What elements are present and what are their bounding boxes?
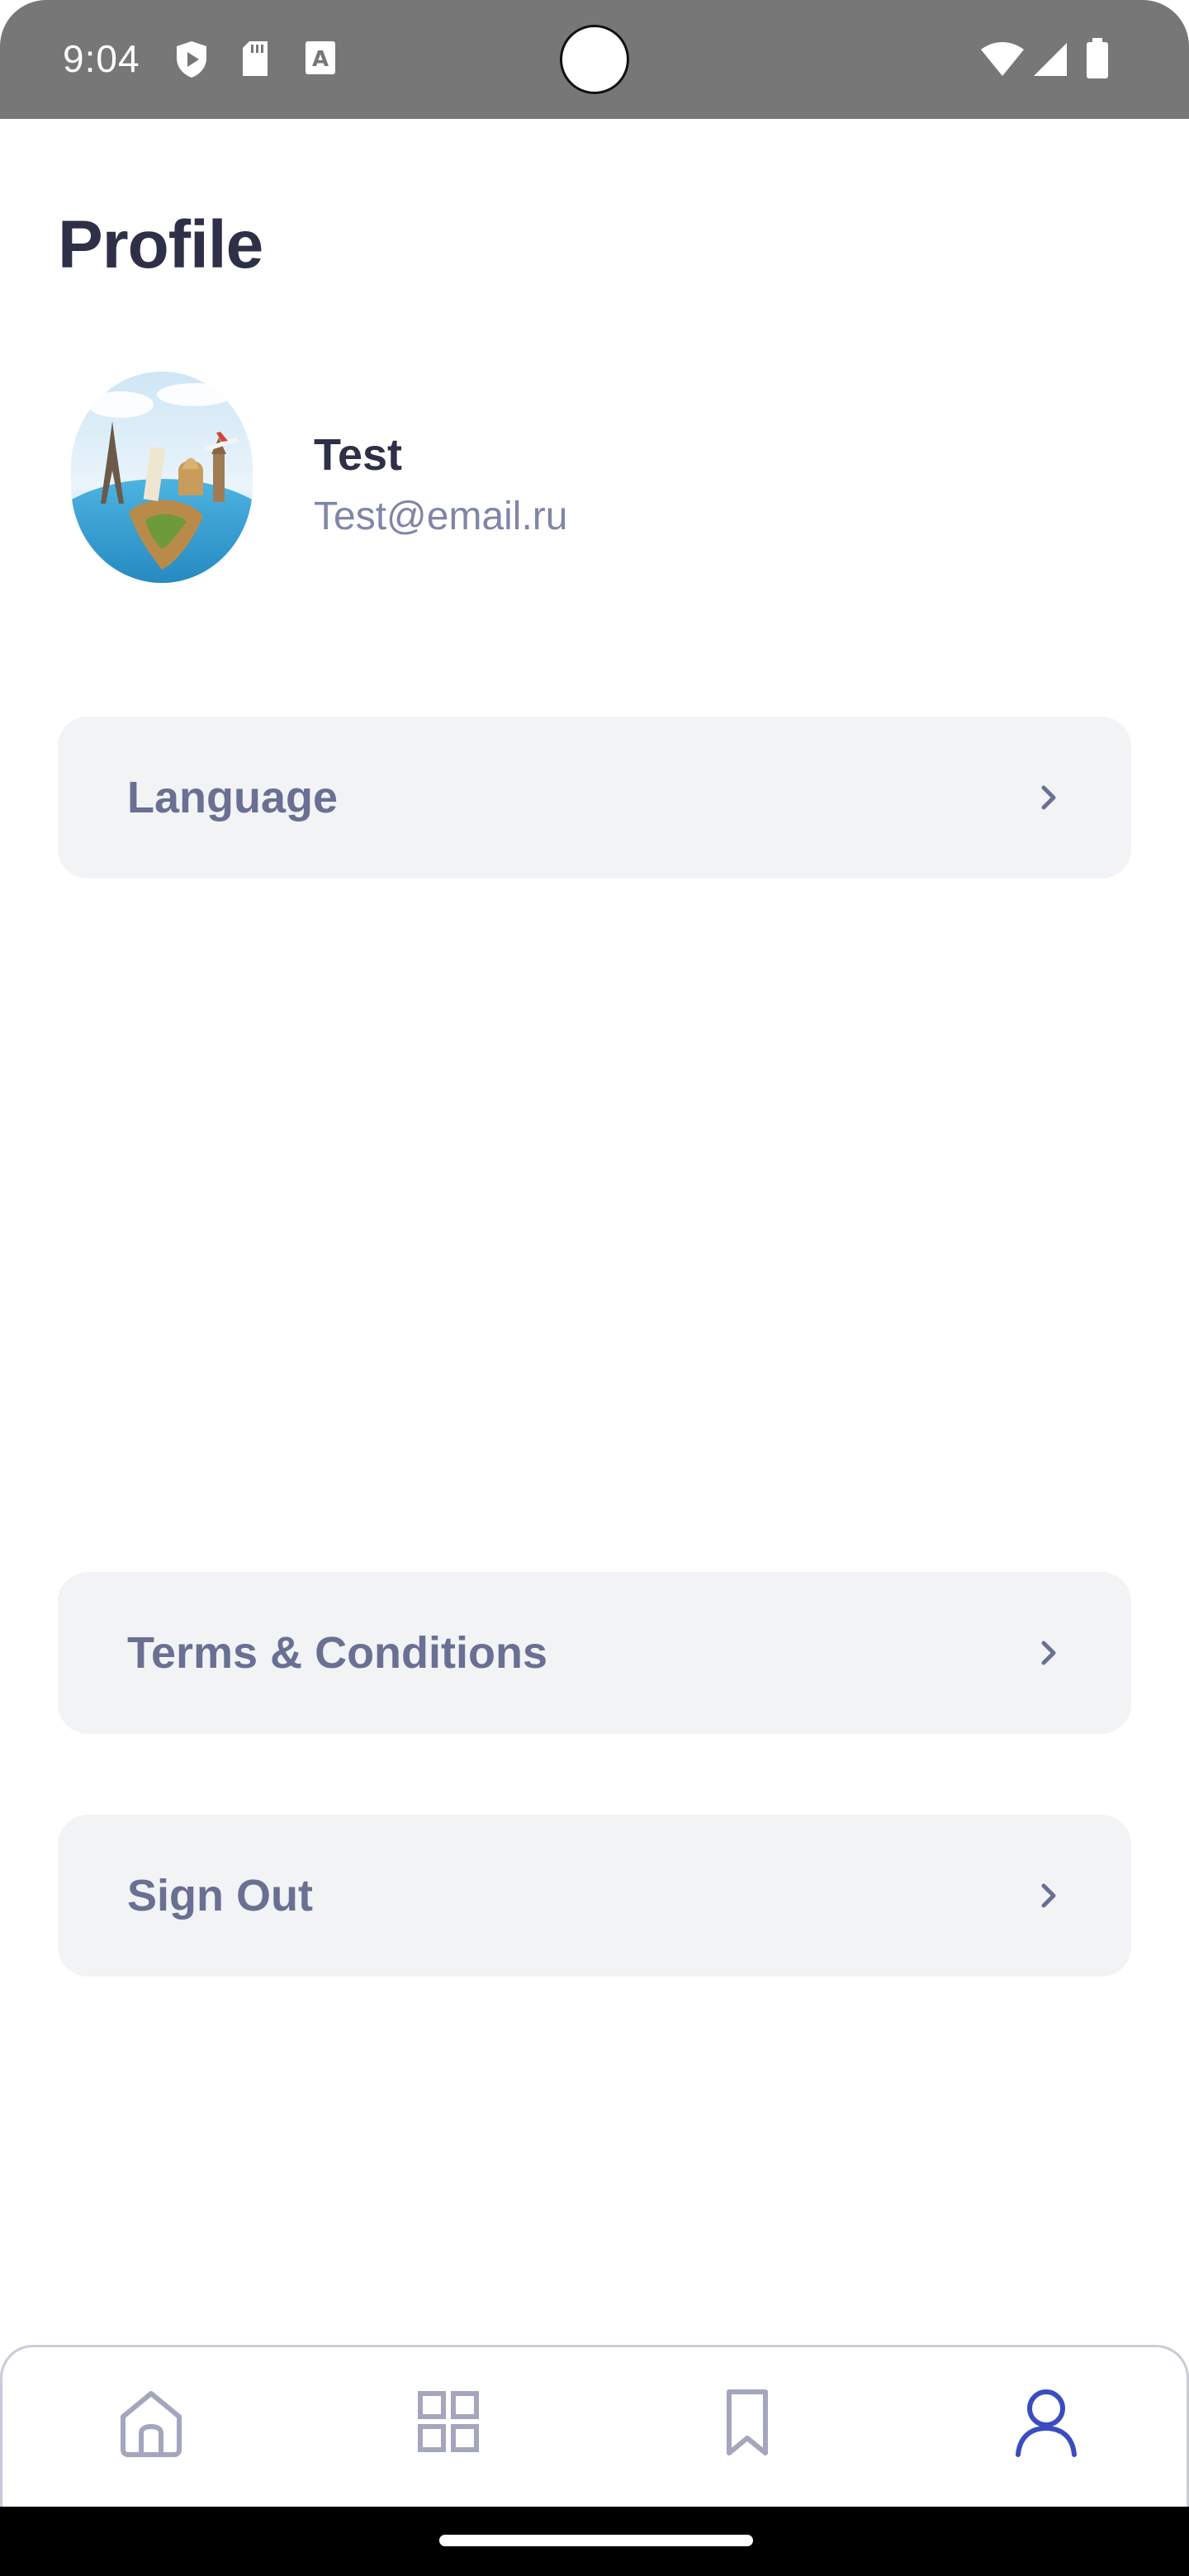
user-email: Test@email.ru [314, 495, 568, 538]
nav-profile[interactable] [1005, 2380, 1087, 2463]
wifi-icon [979, 41, 1026, 82]
home-gesture-handle[interactable] [439, 2535, 753, 2546]
gesture-bar [0, 2507, 1189, 2576]
status-time: 9:04 [63, 37, 140, 80]
camera-cutout [560, 25, 629, 94]
bottom-nav [0, 2345, 1189, 2507]
svg-text:A: A [312, 47, 329, 72]
menu-item-label: Sign Out [127, 1871, 313, 1920]
cell-signal-icon [1030, 41, 1068, 82]
menu-item-label: Language [127, 773, 339, 822]
shield-play-icon [173, 40, 210, 83]
menu-item-language[interactable]: Language [58, 717, 1131, 878]
sd-card-icon [239, 40, 271, 82]
menu-item-label: Terms & Conditions [127, 1628, 548, 1678]
user-name: Test [314, 430, 403, 480]
keyboard-a-icon: A [304, 40, 337, 80]
avatar[interactable] [71, 372, 253, 583]
chevron-right-icon [1032, 1879, 1065, 1912]
chevron-right-icon [1032, 781, 1065, 814]
nav-catalog[interactable] [407, 2380, 490, 2463]
menu-item-terms[interactable]: Terms & Conditions [58, 1572, 1131, 1734]
page-title: Profile [58, 207, 263, 282]
status-bar: 9:04 A [0, 0, 1189, 119]
chevron-right-icon [1032, 1636, 1065, 1669]
grid-icon [407, 2391, 490, 2466]
user-icon [1005, 2389, 1087, 2466]
nav-bookmarks[interactable] [706, 2380, 789, 2463]
battery-icon [1085, 38, 1110, 83]
bookmark-icon [706, 2389, 789, 2466]
nav-home[interactable] [110, 2380, 192, 2463]
home-icon [110, 2391, 192, 2466]
menu-item-sign-out[interactable]: Sign Out [58, 1815, 1131, 1977]
